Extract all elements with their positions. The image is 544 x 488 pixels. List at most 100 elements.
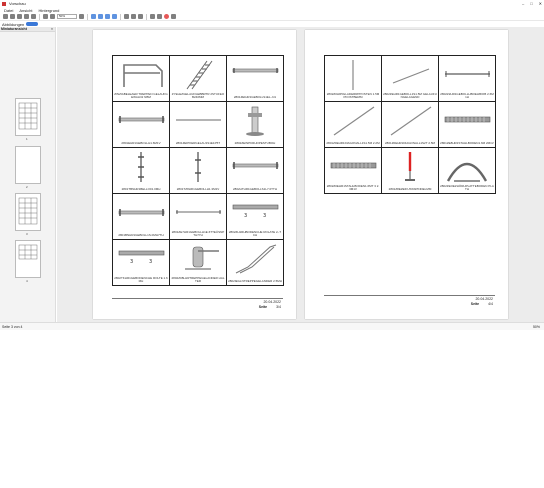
article-caption: 2802ZEHR1GEBOLL1S1.5M GELAUFUNGELAGEND	[383, 91, 437, 99]
export-icon[interactable]	[17, 14, 22, 19]
article-cell: 33 2802ZH1RHBODENCHE ROLATE 2–TCH	[227, 194, 284, 240]
stop-icon[interactable]	[164, 14, 169, 19]
toolbar-separator	[39, 13, 40, 20]
page-thumbnail[interactable]	[15, 193, 41, 231]
first-page-icon[interactable]	[91, 14, 96, 19]
dropdown-icon[interactable]	[171, 14, 176, 19]
article-caption: 2801Z8EZEIFUSSSPINDELMM	[388, 186, 432, 191]
article-cell: ZYELEZGELAUFGEBBRTR 2STUFEOB240MM	[170, 56, 227, 102]
article-cell: 2801TZ8HR1GEBOLLH1.3M1V	[170, 148, 227, 194]
article-caption: 2801TBNHR1BELLO01.0MH	[121, 186, 161, 191]
ledger-image	[176, 210, 221, 214]
thumbnail-number: 2	[26, 185, 28, 189]
status-zoom: 50%	[532, 324, 540, 329]
ledger-image	[176, 119, 221, 121]
article-cell: 2802ZEOEZHÖRHPLATTEBODEN PLATH	[439, 148, 496, 194]
stair-railing-image	[235, 244, 277, 274]
footer-page: Seite 3/4	[259, 305, 281, 309]
footer-page: Seite 4/4	[471, 302, 493, 306]
article-caption: 2801ZEIHR1GEBOLLS1EL–N1	[233, 94, 277, 99]
page-thumbnail[interactable]	[15, 98, 41, 136]
article-cell: 2801ZE7HR1GEBOLLH1E.6TTEÜSNPTH77H	[170, 194, 227, 240]
figures-label: Abbildungen	[2, 21, 25, 27]
article-caption: 2802Z0EHR1STAHLBODEN1.6MT 3 2.3M1V	[326, 183, 380, 191]
article-cell: 2802ZEINPKRHOPESTUBOH	[227, 102, 284, 148]
zoom-select[interactable]: 50%	[57, 14, 77, 19]
diagonal-brace-image	[333, 106, 375, 136]
toolbar-separator	[120, 13, 121, 20]
footer-page-label: Seite	[258, 305, 268, 309]
footer-page-value: 3/4	[276, 305, 281, 309]
maximize-icon[interactable]: □	[530, 1, 532, 6]
article-cell: 2802Z0HR5GLADERRPPOSTEN 1.5M PFOSTBEMM	[325, 56, 382, 102]
article-grid: 2802Z0HR5GLADERRPPOSTEN 1.5M PFOSTBEMM 2…	[324, 55, 496, 194]
article-caption: 2802IEGLNTREPPEGELANDER 2.5MH	[228, 278, 282, 283]
article-cell: 2801Z0EHR1DIAGONALL1S1.5M 2.2M	[325, 102, 382, 148]
thumbnail-number: 4	[26, 279, 28, 283]
deck-image: 33	[118, 250, 165, 265]
watermark-icon[interactable]	[157, 14, 162, 19]
footer-page-value: 4/4	[488, 302, 493, 306]
minimize-icon[interactable]: –	[522, 1, 524, 6]
article-caption: 2802HTHR1GEBOLLS1L7.0TTH	[232, 186, 278, 191]
article-cell: 2802Z0EHR1STAHLBODEN1.6MT 3 2.3M1V	[325, 148, 382, 194]
page-footer: 20.04.2022 Seite 4/4	[324, 295, 495, 306]
thumbnail-content	[18, 197, 38, 225]
thumbnail-panel-header: Miniaturansicht ×	[0, 27, 55, 32]
article-caption: ZYELEZGELAUFGEBBRTR 2STUFEOB240MM	[171, 91, 225, 99]
previous-page-icon[interactable]	[98, 14, 103, 19]
two-pages-icon[interactable]	[131, 14, 136, 19]
stair-railing-image	[123, 64, 163, 87]
close-icon[interactable]: ✕	[539, 1, 542, 6]
article-cell: 2801ZEIHR1GEBOLLS1EL–N1	[227, 56, 284, 102]
print-icon[interactable]	[10, 14, 15, 19]
menu-view[interactable]: Ansicht	[19, 8, 32, 13]
article-cell: 2801ZEIPKERGELAU1S1E1P5T	[170, 102, 227, 148]
ledger-image	[118, 209, 165, 216]
page-thumbnail[interactable]	[15, 146, 41, 184]
zoom-in-icon[interactable]	[50, 14, 55, 19]
app-icon	[2, 1, 6, 6]
hatch-deck-image	[446, 163, 488, 182]
page-thumbnail[interactable]	[15, 240, 41, 278]
thumbnail-number: 1	[26, 137, 28, 141]
svg-text:3: 3	[244, 213, 247, 219]
figures-toggle[interactable]	[26, 22, 39, 26]
article-caption: 2802Z0HR5GLADERRPPOSTEN 1.5M PFOSTBEMM	[326, 91, 380, 99]
toolbar: 50%	[0, 13, 544, 21]
post-image	[352, 60, 354, 90]
save-icon[interactable]	[3, 14, 8, 19]
article-caption: 2801Z0EHR1DIAGONALL1S2T 2.5M	[385, 140, 435, 145]
article-cell: 2802Z2HR1GEBOLLHBOEHBIOB 2.6M1H	[439, 56, 496, 102]
copy-icon[interactable]	[24, 14, 29, 19]
article-caption: 2802TKHR1GEBODENCHE ROLTE 1.6MH	[114, 275, 168, 283]
article-cell: 2801Z0EHR1DIAGONALL1S2T 2.5M	[382, 102, 439, 148]
fit-page-icon[interactable]	[79, 14, 84, 19]
menu-file[interactable]: Datei	[4, 8, 13, 13]
steel-deck-image	[330, 162, 377, 169]
article-cell: 2801EHR1GEBOLLH1.6M1V	[113, 102, 170, 148]
status-bar: Seite 3 von 4 50%	[0, 322, 544, 330]
article-cell: 2801TBNHR1BELLO01.0MH	[113, 148, 170, 194]
article-caption: 2801ZEIPKERGELAU1S1E1P5T	[175, 140, 221, 145]
single-page-icon[interactable]	[124, 14, 129, 19]
base-jack-image	[405, 152, 415, 181]
thumbnail-panel-title: Miniaturansicht	[1, 27, 27, 31]
mail-icon[interactable]	[150, 14, 155, 19]
thumbnail-panel: Miniaturansicht × 1 2 3 4	[0, 27, 56, 322]
page-setup-icon[interactable]	[31, 14, 36, 19]
close-panel-icon[interactable]: ×	[51, 27, 53, 31]
last-page-icon[interactable]	[112, 14, 117, 19]
article-caption: 2801ZE7HR1GEBOLLH1E.6TTEÜSNPTH77H	[171, 229, 225, 237]
article-cell: 2802Z08LHRTREPPEGELANDER HALTER	[170, 240, 227, 286]
document-viewer[interactable]: ZINZIABELEAER TREPPEN GELAUFGEWALD2 NBM …	[57, 27, 544, 322]
article-caption: 2802Z08LHRTREPPEGELANDER HALTER	[171, 275, 225, 283]
multi-page-icon[interactable]	[138, 14, 143, 19]
stair-image	[186, 60, 213, 90]
article-caption: 2802Z2HR1GEBOLLHBOEHBIOB 2.6M1H	[440, 91, 494, 99]
next-page-icon[interactable]	[105, 14, 110, 19]
zoom-out-icon[interactable]	[43, 14, 48, 19]
standard-image	[195, 152, 201, 182]
standard-image	[138, 152, 144, 182]
menu-background[interactable]: Hintergrund	[38, 8, 59, 13]
